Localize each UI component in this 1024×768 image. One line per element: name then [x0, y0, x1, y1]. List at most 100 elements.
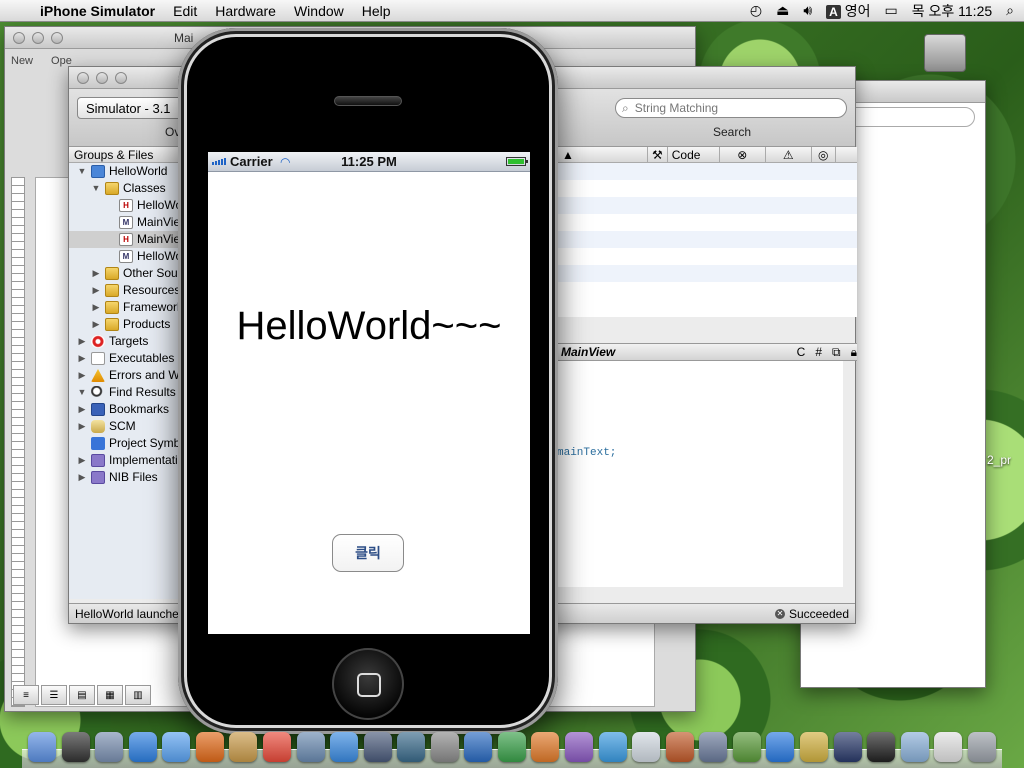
finder-icon[interactable] [28, 732, 56, 762]
trash-icon[interactable] [967, 732, 996, 762]
spaces-icon[interactable] [363, 732, 392, 762]
layout-view-icon[interactable]: ▤ [69, 685, 95, 705]
editor-include-popup[interactable]: # [815, 345, 822, 359]
tree-item[interactable]: M HelloWo [69, 248, 194, 265]
new-button[interactable]: New [11, 55, 33, 67]
build-icon[interactable]: ⚒ [648, 147, 668, 162]
tree-item[interactable]: ▶ Resources [69, 282, 194, 299]
table-row[interactable] [558, 248, 857, 265]
mail-stamp-icon[interactable] [95, 732, 124, 762]
messenger-icon[interactable] [598, 732, 627, 762]
spotlight-icon[interactable]: ⌕ [1006, 2, 1014, 19]
notebook-view-icon[interactable]: ▥ [125, 685, 151, 705]
iphoto-icon[interactable] [296, 732, 325, 762]
disclosure-closed-icon[interactable]: ▶ [91, 299, 101, 316]
page-view-icon[interactable]: ▦ [97, 685, 123, 705]
minimize-icon[interactable] [32, 31, 44, 44]
word-icon[interactable] [464, 732, 493, 762]
target-column-icon[interactable]: ◎ [812, 147, 836, 162]
close-icon[interactable] [77, 71, 89, 84]
table-row[interactable] [558, 265, 857, 282]
warnings-column-icon[interactable]: ⚠ [766, 147, 812, 162]
input-menu[interactable]: A 영어 [826, 1, 871, 21]
ipod-icon[interactable] [867, 732, 896, 762]
menu-window[interactable]: Window [294, 3, 344, 19]
system-preferences-icon[interactable] [430, 732, 459, 762]
click-button[interactable]: 클릭 [332, 534, 404, 572]
desktop-file-label[interactable]: 2_pr [987, 453, 1011, 467]
time-machine-icon[interactable]: ◴ [750, 2, 762, 19]
eject-icon[interactable]: ⏏ [776, 2, 789, 19]
disclosure-closed-icon[interactable]: ▶ [91, 265, 101, 282]
interface-builder-icon[interactable] [799, 732, 828, 762]
ical-icon[interactable] [262, 732, 291, 762]
pdf-doc-icon[interactable] [934, 732, 963, 762]
tree-item[interactable]: ▶ Framework [69, 299, 194, 316]
tree-item[interactable]: ▼ Find Results [69, 384, 194, 401]
tree-item[interactable]: ▼ Classes [69, 180, 194, 197]
table-row[interactable] [558, 163, 857, 180]
zoom-icon[interactable] [115, 71, 127, 84]
disclosure-closed-icon[interactable]: ▶ [91, 282, 101, 299]
disclosure-closed-icon[interactable]: ▶ [77, 333, 87, 350]
disclosure-open-icon[interactable]: ▼ [77, 163, 87, 180]
folder-icon[interactable] [900, 732, 929, 762]
code-editor[interactable]: mainText; [557, 361, 843, 587]
time-machine-icon[interactable] [397, 732, 426, 762]
address-book-icon[interactable] [229, 732, 258, 762]
firefox-icon[interactable] [195, 732, 224, 762]
editor-symbol-popup[interactable]: MainView [561, 345, 615, 359]
presentation-icon[interactable] [665, 732, 694, 762]
tree-item[interactable]: ▶ Implementatio [69, 452, 194, 469]
tree-item[interactable]: ▶ Executables [69, 350, 194, 367]
errors-column-icon[interactable]: ⊗ [720, 147, 766, 162]
disclosure-closed-icon[interactable]: ▶ [77, 418, 87, 435]
disclosure-closed-icon[interactable]: ▶ [77, 469, 87, 486]
tree-item[interactable]: ▶ Targets [69, 333, 194, 350]
tree-item[interactable]: Project Symbo [69, 435, 194, 452]
table-row[interactable] [558, 197, 857, 214]
disclosure-open-icon[interactable]: ▼ [77, 384, 87, 401]
xcode-icon[interactable] [699, 732, 728, 762]
disclosure-closed-icon[interactable]: ▶ [77, 367, 87, 384]
tree-item[interactable]: ▶ Errors and Wa [69, 367, 194, 384]
itunes-icon[interactable] [330, 732, 359, 762]
ichat-icon[interactable] [162, 732, 191, 762]
editor-class-popup[interactable]: C [797, 345, 806, 359]
search-input[interactable]: ⌕ String Matching [615, 98, 847, 118]
powerpoint-icon[interactable] [531, 732, 560, 762]
sort-column[interactable]: ▲ [558, 147, 648, 162]
menu-edit[interactable]: Edit [173, 3, 197, 19]
outline-view-icon[interactable]: ☰ [41, 685, 67, 705]
tree-item[interactable]: ▶ Other Sou [69, 265, 194, 282]
disclosure-closed-icon[interactable]: ▶ [77, 452, 87, 469]
table-row[interactable] [558, 231, 857, 248]
disclosure-open-icon[interactable]: ▼ [91, 180, 101, 197]
tree-item[interactable]: ▶ Products [69, 316, 194, 333]
menu-help[interactable]: Help [362, 3, 391, 19]
tree-item[interactable]: H HelloWo [69, 197, 194, 214]
dashcode-icon[interactable] [766, 732, 795, 762]
volume-icon[interactable]: 🔊︎ [803, 2, 812, 19]
tree-item[interactable]: ▼ HelloWorld [69, 163, 194, 180]
safari-icon[interactable] [128, 732, 157, 762]
menu-clock[interactable]: 목 오후 11:25 [912, 1, 992, 21]
menu-hardware[interactable]: Hardware [215, 3, 276, 19]
tree-item[interactable]: H MainVie [69, 231, 194, 248]
dashboard-icon[interactable] [61, 732, 90, 762]
excel-like-icon[interactable] [497, 732, 526, 762]
menu-app-name[interactable]: iPhone Simulator [40, 3, 155, 19]
disclosure-closed-icon[interactable]: ▶ [91, 316, 101, 333]
disclosure-closed-icon[interactable]: ▶ [77, 401, 87, 418]
home-button[interactable] [332, 648, 404, 720]
hard-drive-icon[interactable] [924, 34, 966, 72]
battery-icon[interactable]: ▭ [885, 2, 898, 19]
iphone-sim-icon[interactable] [833, 732, 862, 762]
table-row[interactable] [558, 180, 857, 197]
zoom-icon[interactable] [51, 31, 63, 44]
lock-icon[interactable]: 🔒︎ [851, 345, 857, 360]
tree-item[interactable]: ▶ NIB Files [69, 469, 194, 486]
list-view-icon[interactable]: ≡ [13, 685, 39, 705]
tree-item[interactable]: ▶ Bookmarks [69, 401, 194, 418]
tree-item[interactable]: ▶ SCM [69, 418, 194, 435]
